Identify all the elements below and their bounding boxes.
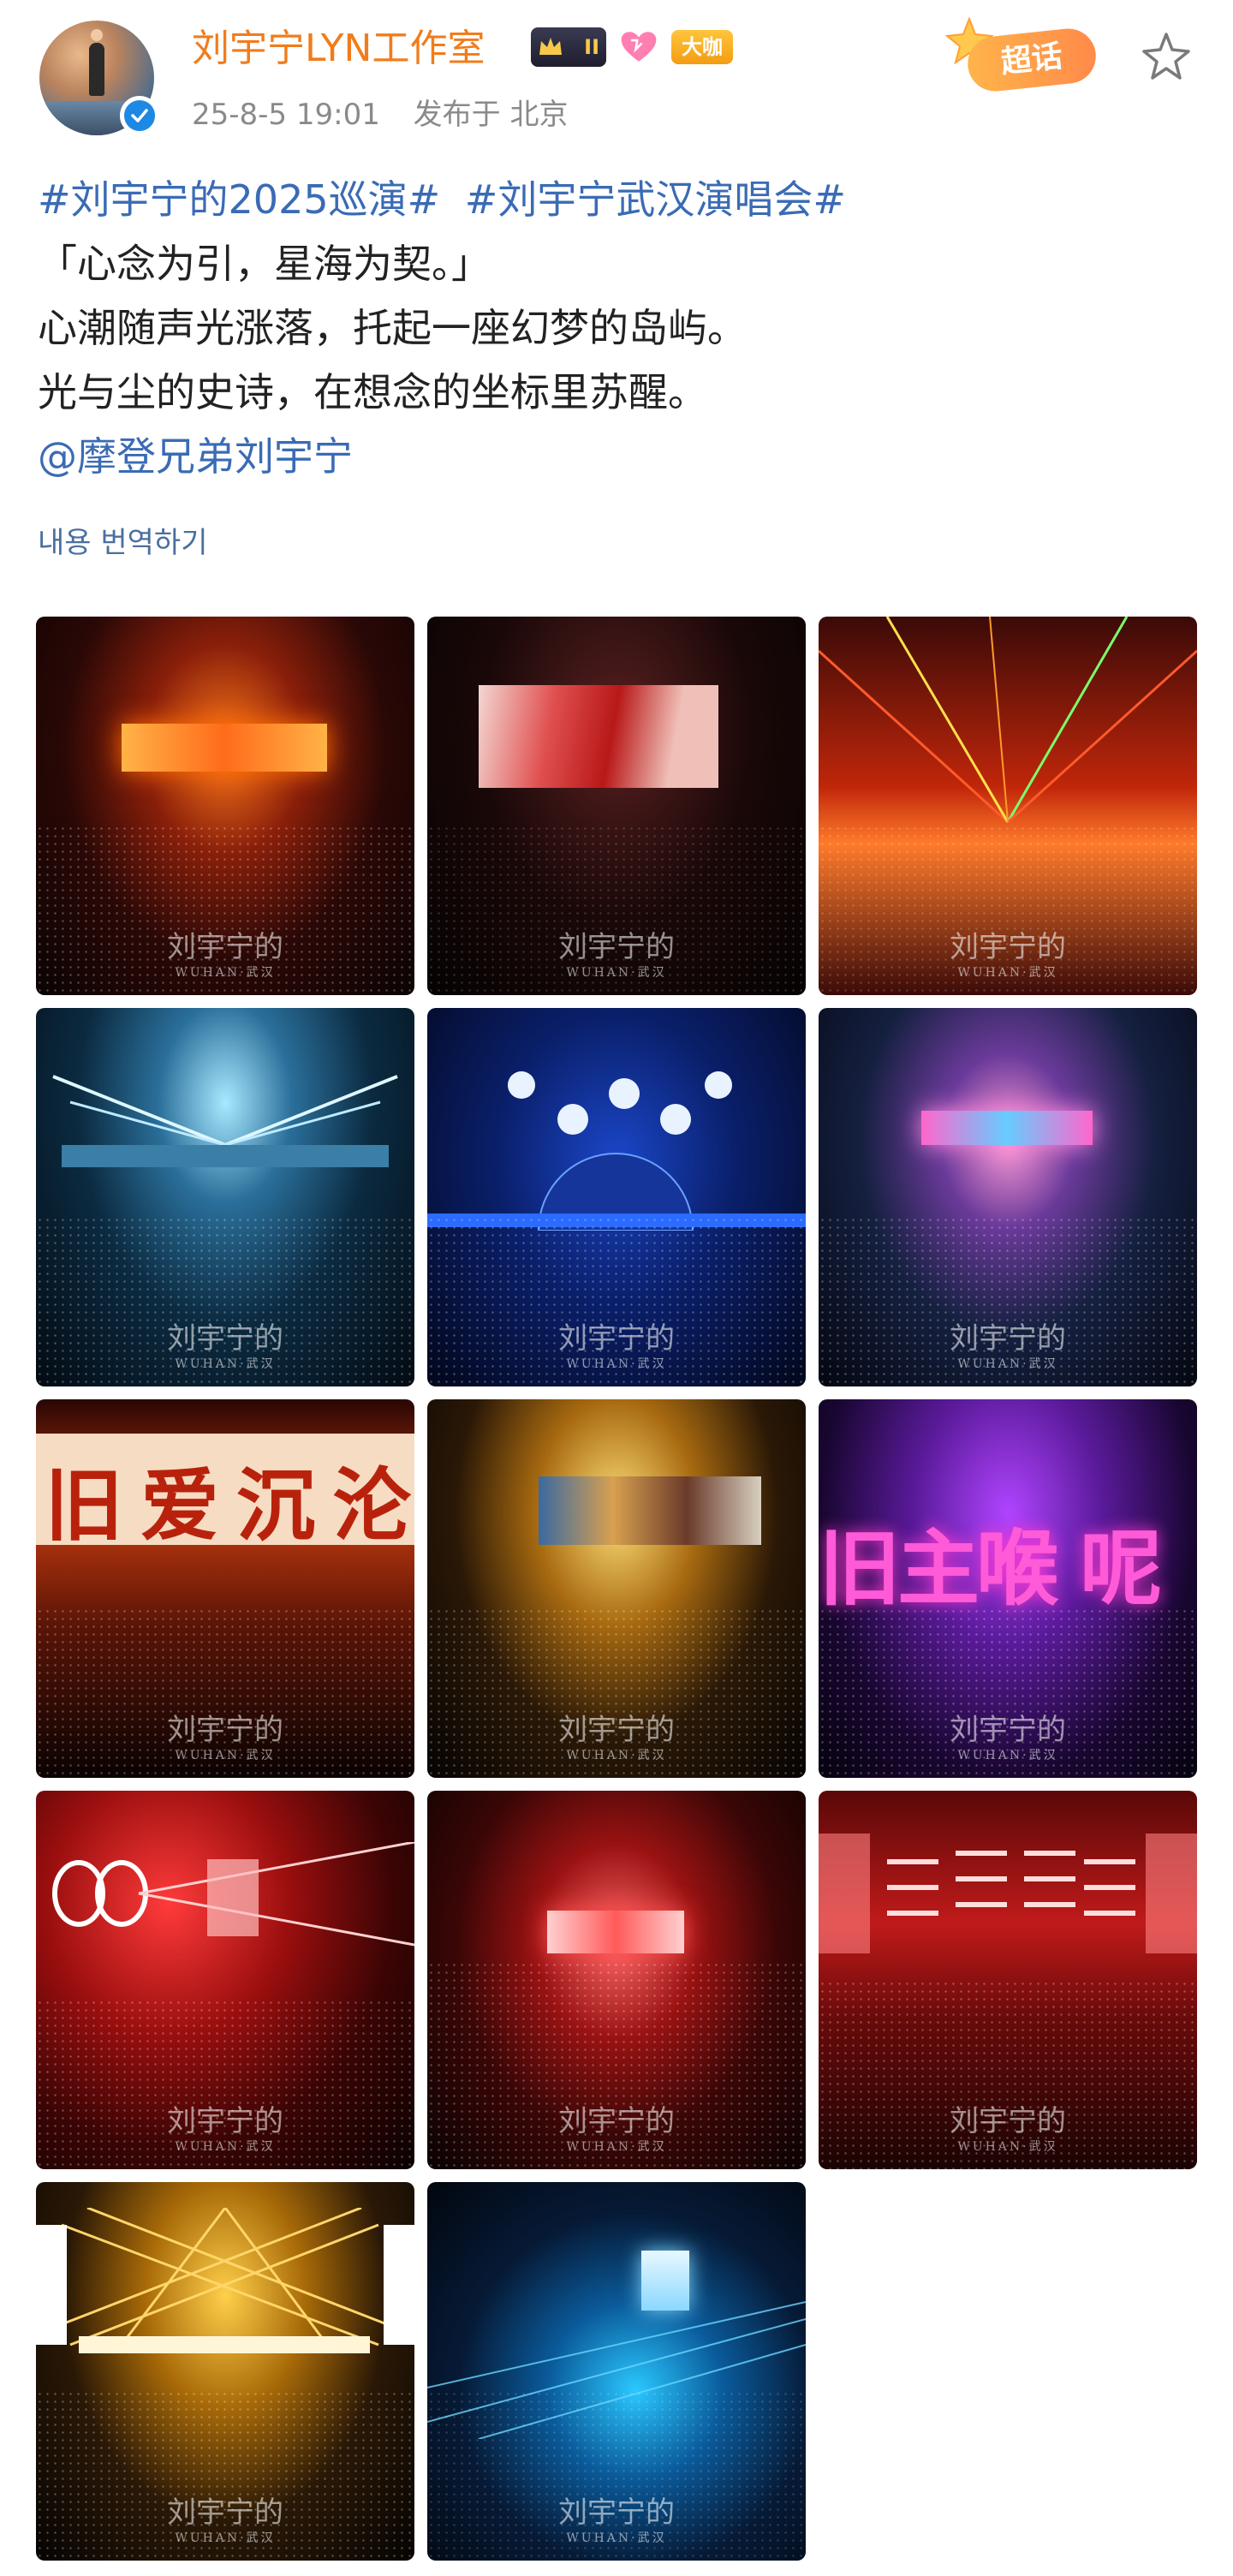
hashtag-link[interactable]: #刘宇宁的2025巡演# (38, 176, 440, 223)
photo-tile[interactable]: 刘宇宁的 WUHAN·武汉 (819, 617, 1197, 995)
level-badge[interactable]: II (531, 27, 606, 67)
mention-link[interactable]: @摩登兄弟刘宇宁 (38, 433, 353, 480)
photo-watermark: 刘宇宁的 WUHAN·武汉 (558, 1321, 675, 1371)
super-topic-button[interactable]: 超话 (942, 15, 1113, 98)
big-badge[interactable]: 大咖 (671, 30, 733, 64)
photo-tile[interactable]: 刘宇宁的 WUHAN·武汉 (427, 1008, 806, 1386)
photo-watermark: 刘宇宁的 WUHAN·武汉 (167, 1713, 283, 1762)
photo-watermark: 刘宇宁的 WUHAN·武汉 (558, 2104, 675, 2154)
post-meta: 25-8-5 19:01 发布于 北京 (192, 91, 592, 133)
photo-watermark: 刘宇宁的 WUHAN·武汉 (167, 1321, 283, 1371)
photo-watermark: 刘宇宁的 WUHAN·武汉 (167, 2104, 283, 2154)
author-name[interactable]: 刘宇宁LYN工作室 (192, 26, 485, 72)
post-header: 刘宇宁LYN工作室 II 大咖 25-8-5 19:01 发布于 北京 超话 (0, 0, 1233, 146)
post-body: #刘宇宁的2025巡演# #刘宇宁武汉演唱会# 「心念为引，星海为契。」 心潮随… (38, 168, 1194, 489)
favorite-star-icon[interactable] (1139, 29, 1194, 84)
photo-tile[interactable]: 刘宇宁的 WUHAN·武汉 (36, 2182, 414, 2561)
post-text-line: 心潮随声光涨落，托起一座幻梦的岛屿。 (38, 305, 747, 351)
photo-tile[interactable]: 刘宇宁的 WUHAN·武汉 (36, 1791, 414, 2169)
photo-tile[interactable]: 刘宇宁的 WUHAN·武汉 (427, 617, 806, 995)
photo-watermark: 刘宇宁的 WUHAN·武汉 (167, 930, 283, 980)
crown-icon (539, 38, 562, 55)
fan-heart-icon[interactable] (616, 27, 661, 67)
photo-watermark: 刘宇宁的 WUHAN·武汉 (558, 1713, 675, 1762)
photo-tile[interactable]: 刘宇宁的 WUHAN·武汉 (36, 617, 414, 995)
translate-link[interactable]: 내용 번역하기 (38, 519, 208, 561)
photo-tile[interactable]: 刘宇宁的 WUHAN·武汉 (819, 1008, 1197, 1386)
verified-badge-icon (120, 96, 159, 135)
photo-tile[interactable]: 刘宇宁的 WUHAN·武汉 (427, 2182, 806, 2561)
photo-tile[interactable]: 刘宇宁的 WUHAN·武汉 (427, 1791, 806, 2169)
photo-tile[interactable]: 旧 爱 沉 沦 刘宇宁的 WUHAN·武汉 (36, 1399, 414, 1778)
author-badges: II 大咖 (531, 27, 733, 67)
photo-watermark: 刘宇宁的 WUHAN·武汉 (950, 1321, 1066, 1371)
screen-text: 旧主喉 呢 (819, 1520, 1162, 1617)
photo-watermark: 刘宇宁的 WUHAN·武汉 (558, 2496, 675, 2545)
photo-watermark: 刘宇宁的 WUHAN·武汉 (950, 930, 1066, 980)
photo-watermark: 刘宇宁的 WUHAN·武汉 (558, 930, 675, 980)
level-badge-label: II (584, 35, 599, 59)
hashtag-link[interactable]: #刘宇宁武汉演唱会# (465, 176, 846, 223)
screen-text: 旧 爱 沉 沦 (45, 1459, 411, 1552)
post-location: 发布于 北京 (413, 98, 569, 132)
photo-watermark: 刘宇宁的 WUHAN·武汉 (950, 2104, 1066, 2154)
photo-tile[interactable]: 刘宇宁的 WUHAN·武汉 (36, 1008, 414, 1386)
photo-watermark: 刘宇宁的 WUHAN·武汉 (167, 2496, 283, 2545)
hashtag-line: #刘宇宁的2025巡演# #刘宇宁武汉演唱会# (38, 168, 1194, 232)
photo-tile[interactable]: 刘宇宁的 WUHAN·武汉 (819, 1791, 1197, 2169)
post-date: 25-8-5 19:01 (192, 98, 380, 132)
post-text-line: 光与尘的史诗，在想念的坐标里苏醒。 (38, 369, 707, 415)
photo-tile[interactable]: 旧主喉 呢 刘宇宁的 WUHAN·武汉 (819, 1399, 1197, 1778)
photo-tile[interactable]: 刘宇宁的 WUHAN·武汉 (427, 1399, 806, 1778)
post-text-line: 「心念为引，星海为契。」 (38, 241, 491, 287)
photo-watermark: 刘宇宁的 WUHAN·武汉 (950, 1713, 1066, 1762)
